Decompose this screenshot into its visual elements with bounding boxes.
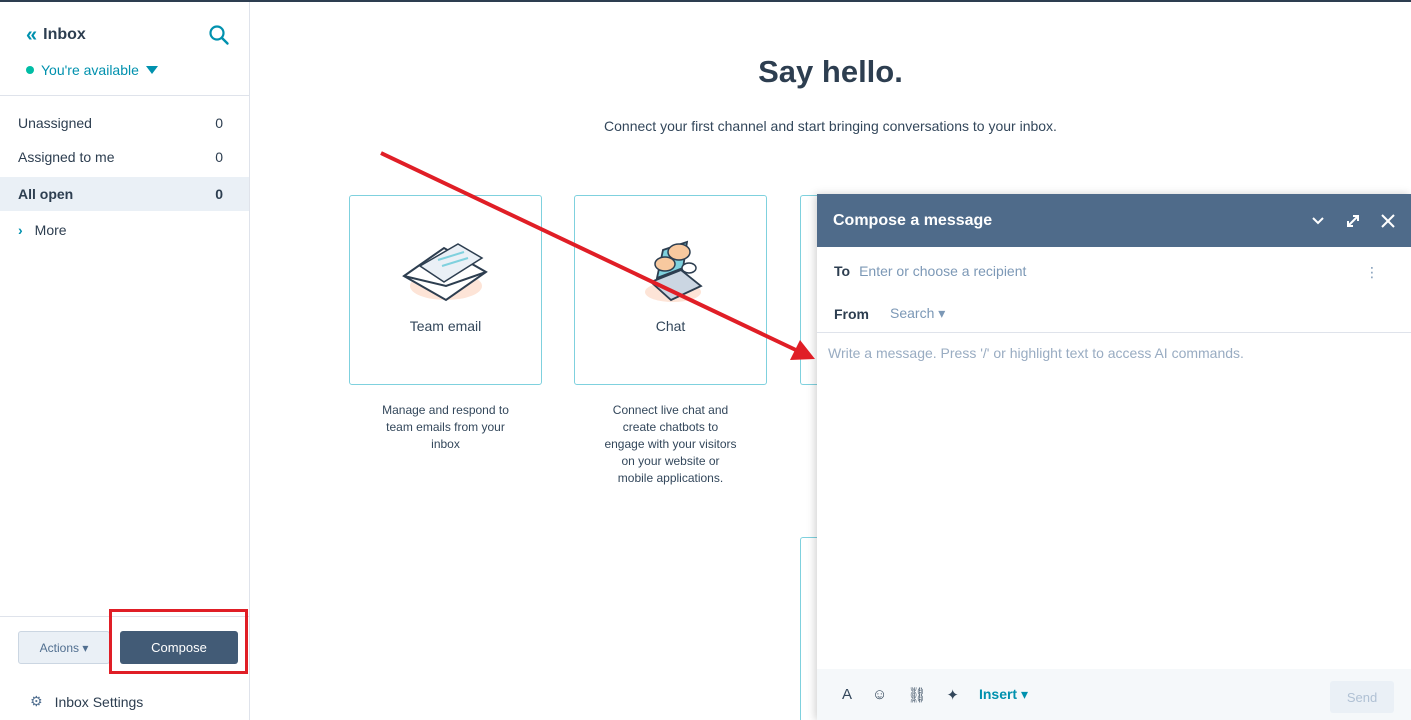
more-label: More [34,222,67,238]
link-icon[interactable]: ⛓ [907,686,926,704]
insert-dropdown[interactable]: Insert ▾ [979,686,1028,703]
expand-icon[interactable] [1345,213,1361,229]
compose-title: Compose a message [833,211,993,229]
channel-card-chat[interactable]: Chat [574,195,767,385]
desc-line: inbox [431,437,460,451]
compose-header: Compose a message [817,194,1411,247]
send-button[interactable]: Send [1330,681,1394,713]
view-count: 0 [215,115,223,131]
card-description: Connect live chat and create chatbots to… [574,402,767,487]
more-options-icon[interactable]: ⋮ [1365,264,1379,281]
page-subtitle: Connect your first channel and start bri… [604,118,1057,134]
text-format-icon[interactable]: A [842,686,852,703]
card-label: Chat [655,318,686,334]
view-label: Unassigned [18,115,92,131]
search-icon[interactable] [208,24,230,46]
sidebar-header: « Inbox You're available [0,2,249,96]
chevron-right-icon: › [18,222,23,238]
actions-button[interactable]: Actions ▾ [18,631,110,664]
desc-line: engage with your visitors [604,437,737,451]
app-window: « Inbox You're available Unassigned 0 As… [0,0,1411,720]
sidebar-item-assigned-to-me[interactable]: Assigned to me 0 [0,140,249,174]
inbox-title[interactable]: « Inbox [26,25,86,45]
from-select[interactable]: Search ▾ [890,305,945,322]
sidebar-footer: Actions ▾ Compose ⚙ Inbox Settings [0,609,249,720]
emoji-icon[interactable]: ☺ [872,686,887,703]
inbox-title-text: Inbox [43,26,86,43]
desc-line: team emails from your [386,420,505,434]
view-count: 0 [215,149,223,165]
page-title: Say hello. [758,54,903,89]
desc-line: create chatbots to [622,420,719,434]
envelope-icon [402,243,488,302]
minimize-chevron-icon[interactable] [1311,214,1325,228]
settings-label: Inbox Settings [54,693,144,710]
sidebar-item-all-open[interactable]: All open 0 [0,177,249,211]
chat-laptop-icon [645,240,703,302]
desc-line: mobile applications. [617,471,724,485]
desc-line: on your website or [621,454,720,468]
card-label: Team email [409,318,482,334]
desc-line: Connect live chat and [612,403,729,417]
inbox-sidebar: « Inbox You're available Unassigned 0 As… [0,2,250,720]
sidebar-more-toggle[interactable]: › More [18,222,67,238]
message-body-input[interactable]: Write a message. Press '/' or highlight … [817,333,1411,664]
close-icon[interactable] [1381,213,1395,228]
card-description: Manage and respond to team emails from y… [349,402,542,453]
availability-dropdown[interactable]: You're available [26,62,158,78]
recipient-input[interactable]: Enter or choose a recipient [859,263,1026,279]
caret-down-icon [145,66,158,74]
compose-window-controls [1311,213,1395,229]
to-field[interactable]: To Enter or choose a recipient ⋮ [817,247,1411,295]
ai-sparkle-icon[interactable]: ✦ [946,686,959,704]
annotation-highlight-box [109,609,248,674]
to-label: To [834,263,851,279]
from-label: From [834,305,869,322]
compose-panel: Compose a message To Enter or choose a r… [817,194,1411,720]
desc-line: Manage and respond to [382,403,509,417]
compose-toolbar: A ☺ ⛓ ✦ Insert ▾ Send [817,669,1411,720]
view-label: Assigned to me [18,149,115,165]
channel-card-team-email[interactable]: Team email [349,195,542,385]
from-field: From Search ▾ [817,295,1411,333]
sidebar-item-unassigned[interactable]: Unassigned 0 [0,106,249,140]
gear-icon: ⚙ [30,693,43,709]
inbox-settings-link[interactable]: ⚙ Inbox Settings [30,693,143,710]
view-count: 0 [215,186,223,202]
view-label: All open [18,186,74,202]
availability-label: You're available [41,62,139,78]
collapse-icon[interactable]: « [26,25,37,45]
available-dot-icon [26,66,34,74]
